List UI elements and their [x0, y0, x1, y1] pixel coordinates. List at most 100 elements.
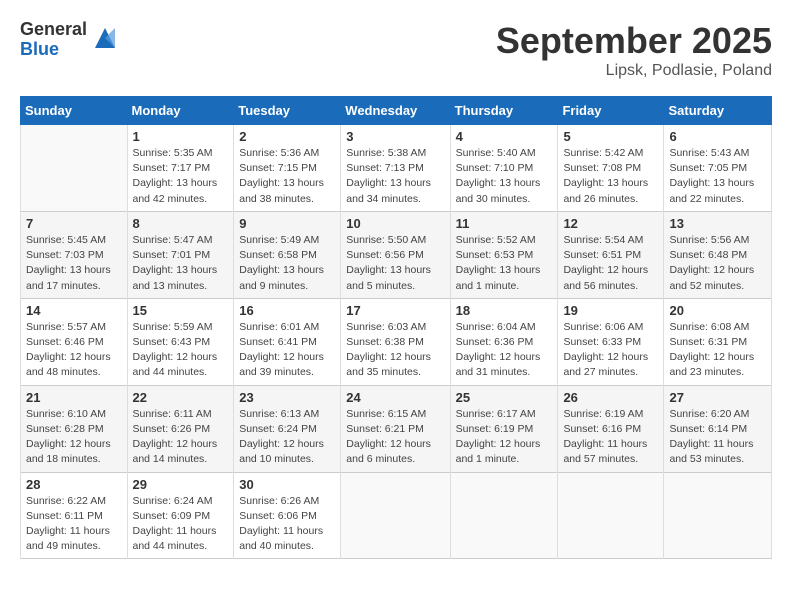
day-info: Sunrise: 5:35 AMSunset: 7:17 PMDaylight:… [133, 146, 229, 207]
day-number: 16 [239, 303, 335, 318]
logo-text: General Blue [20, 20, 87, 60]
day-number: 22 [133, 390, 229, 405]
day-info: Sunrise: 5:50 AMSunset: 6:56 PMDaylight:… [346, 233, 444, 294]
day-info: Sunrise: 6:26 AMSunset: 6:06 PMDaylight:… [239, 494, 335, 555]
table-row [341, 472, 450, 559]
calendar-table: Sunday Monday Tuesday Wednesday Thursday… [20, 96, 772, 559]
table-row: 6 Sunrise: 5:43 AMSunset: 7:05 PMDaylight… [664, 125, 772, 212]
col-tuesday: Tuesday [234, 97, 341, 125]
table-row: 22 Sunrise: 6:11 AMSunset: 6:26 PMDayligh… [127, 385, 234, 472]
table-row: 30 Sunrise: 6:26 AMSunset: 6:06 PMDayligh… [234, 472, 341, 559]
table-row: 1 Sunrise: 5:35 AMSunset: 7:17 PMDaylight… [127, 125, 234, 212]
title-block: September 2025 Lipsk, Podlasie, Poland [496, 20, 772, 80]
calendar-week-row: 7 Sunrise: 5:45 AMSunset: 7:03 PMDaylight… [21, 211, 772, 298]
day-info: Sunrise: 5:56 AMSunset: 6:48 PMDaylight:… [669, 233, 766, 294]
table-row: 24Sunrise: 6:15 AMSunset: 6:21 PMDayligh… [341, 385, 450, 472]
logo-general: General [20, 20, 87, 40]
table-row: 5 Sunrise: 5:42 AMSunset: 7:08 PMDaylight… [558, 125, 664, 212]
location: Lipsk, Podlasie, Poland [496, 62, 772, 80]
logo-icon [91, 24, 119, 52]
day-info: Sunrise: 5:36 AMSunset: 7:15 PMDaylight:… [239, 146, 335, 207]
day-info: Sunrise: 5:42 AMSunset: 7:08 PMDaylight:… [563, 146, 658, 207]
day-number: 14 [26, 303, 122, 318]
day-info: Sunrise: 5:40 AMSunset: 7:10 PMDaylight:… [456, 146, 553, 207]
table-row: 11 Sunrise: 5:52 AMSunset: 6:53 PMDayligh… [450, 211, 558, 298]
day-number: 3 [346, 129, 444, 144]
day-info: Sunrise: 6:22 AMSunset: 6:11 PMDaylight:… [26, 494, 122, 555]
table-row: 14 Sunrise: 5:57 AMSunset: 6:46 PMDayligh… [21, 298, 128, 385]
col-thursday: Thursday [450, 97, 558, 125]
header-row: Sunday Monday Tuesday Wednesday Thursday… [21, 97, 772, 125]
table-row: 28 Sunrise: 6:22 AMSunset: 6:11 PMDayligh… [21, 472, 128, 559]
table-row: 29 Sunrise: 6:24 AMSunset: 6:09 PMDayligh… [127, 472, 234, 559]
day-number: 4 [456, 129, 553, 144]
table-row [664, 472, 772, 559]
day-info: Sunrise: 6:17 AMSunset: 6:19 PMDaylight:… [456, 407, 553, 468]
col-sunday: Sunday [21, 97, 128, 125]
day-number: 1 [133, 129, 229, 144]
day-number: 17 [346, 303, 444, 318]
table-row [558, 472, 664, 559]
day-number: 28 [26, 477, 122, 492]
table-row: 20Sunrise: 6:08 AMSunset: 6:31 PMDayligh… [664, 298, 772, 385]
day-number: 30 [239, 477, 335, 492]
logo: General Blue [20, 20, 119, 60]
table-row: 7 Sunrise: 5:45 AMSunset: 7:03 PMDaylight… [21, 211, 128, 298]
day-number: 2 [239, 129, 335, 144]
table-row [450, 472, 558, 559]
day-info: Sunrise: 5:43 AMSunset: 7:05 PMDaylight:… [669, 146, 766, 207]
table-row: 10 Sunrise: 5:50 AMSunset: 6:56 PMDayligh… [341, 211, 450, 298]
table-row: 8 Sunrise: 5:47 AMSunset: 7:01 PMDaylight… [127, 211, 234, 298]
table-row: 19 Sunrise: 6:06 AMSunset: 6:33 PMDayligh… [558, 298, 664, 385]
table-row: 3 Sunrise: 5:38 AMSunset: 7:13 PMDaylight… [341, 125, 450, 212]
day-info: Sunrise: 5:49 AMSunset: 6:58 PMDaylight:… [239, 233, 335, 294]
day-info: Sunrise: 5:57 AMSunset: 6:46 PMDaylight:… [26, 320, 122, 381]
day-info: Sunrise: 6:10 AMSunset: 6:28 PMDaylight:… [26, 407, 122, 468]
logo-blue: Blue [20, 40, 87, 60]
day-number: 20 [669, 303, 766, 318]
table-row: 21 Sunrise: 6:10 AMSunset: 6:28 PMDayligh… [21, 385, 128, 472]
day-number: 19 [563, 303, 658, 318]
day-info: Sunrise: 6:24 AMSunset: 6:09 PMDaylight:… [133, 494, 229, 555]
day-number: 24 [346, 390, 444, 405]
day-info: Sunrise: 5:38 AMSunset: 7:13 PMDaylight:… [346, 146, 444, 207]
day-number: 13 [669, 216, 766, 231]
day-number: 21 [26, 390, 122, 405]
day-info: Sunrise: 6:19 AMSunset: 6:16 PMDaylight:… [563, 407, 658, 468]
table-row: 9Sunrise: 5:49 AMSunset: 6:58 PMDaylight… [234, 211, 341, 298]
day-info: Sunrise: 6:11 AMSunset: 6:26 PMDaylight:… [133, 407, 229, 468]
page-header: General Blue September 2025 Lipsk, Podla… [20, 20, 772, 80]
table-row: 18 Sunrise: 6:04 AMSunset: 6:36 PMDayligh… [450, 298, 558, 385]
table-row: 2 Sunrise: 5:36 AMSunset: 7:15 PMDaylight… [234, 125, 341, 212]
calendar-week-row: 28 Sunrise: 6:22 AMSunset: 6:11 PMDayligh… [21, 472, 772, 559]
table-row: 12Sunrise: 5:54 AMSunset: 6:51 PMDayligh… [558, 211, 664, 298]
calendar-week-row: 1 Sunrise: 5:35 AMSunset: 7:17 PMDaylight… [21, 125, 772, 212]
calendar-week-row: 21 Sunrise: 6:10 AMSunset: 6:28 PMDayligh… [21, 385, 772, 472]
day-info: Sunrise: 5:47 AMSunset: 7:01 PMDaylight:… [133, 233, 229, 294]
day-number: 29 [133, 477, 229, 492]
day-info: Sunrise: 6:13 AMSunset: 6:24 PMDaylight:… [239, 407, 335, 468]
day-info: Sunrise: 5:52 AMSunset: 6:53 PMDaylight:… [456, 233, 553, 294]
day-info: Sunrise: 6:01 AMSunset: 6:41 PMDaylight:… [239, 320, 335, 381]
table-row: 26Sunrise: 6:19 AMSunset: 6:16 PMDayligh… [558, 385, 664, 472]
month-title: September 2025 [496, 20, 772, 62]
table-row: 23 Sunrise: 6:13 AMSunset: 6:24 PMDayligh… [234, 385, 341, 472]
table-row: 25 Sunrise: 6:17 AMSunset: 6:19 PMDayligh… [450, 385, 558, 472]
day-number: 8 [133, 216, 229, 231]
day-info: Sunrise: 6:03 AMSunset: 6:38 PMDaylight:… [346, 320, 444, 381]
day-info: Sunrise: 5:59 AMSunset: 6:43 PMDaylight:… [133, 320, 229, 381]
day-number: 6 [669, 129, 766, 144]
day-number: 10 [346, 216, 444, 231]
day-number: 23 [239, 390, 335, 405]
day-info: Sunrise: 6:06 AMSunset: 6:33 PMDaylight:… [563, 320, 658, 381]
day-number: 11 [456, 216, 553, 231]
day-info: Sunrise: 6:04 AMSunset: 6:36 PMDaylight:… [456, 320, 553, 381]
day-info: Sunrise: 5:45 AMSunset: 7:03 PMDaylight:… [26, 233, 122, 294]
col-saturday: Saturday [664, 97, 772, 125]
day-number: 18 [456, 303, 553, 318]
day-number: 25 [456, 390, 553, 405]
day-number: 7 [26, 216, 122, 231]
table-row: 4 Sunrise: 5:40 AMSunset: 7:10 PMDaylight… [450, 125, 558, 212]
day-number: 5 [563, 129, 658, 144]
table-row: 17 Sunrise: 6:03 AMSunset: 6:38 PMDayligh… [341, 298, 450, 385]
